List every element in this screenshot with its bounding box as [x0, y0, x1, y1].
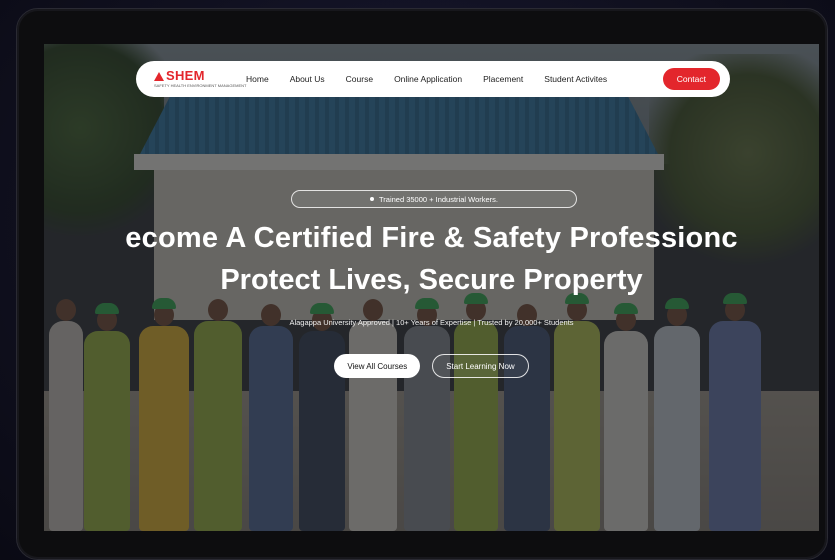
nav-item-course[interactable]: Course — [346, 74, 373, 84]
badge-text: Trained 35000 + Industrial Workers. — [378, 194, 499, 204]
contact-button[interactable]: Contact — [662, 68, 720, 90]
nav-item-home[interactable]: Home — [246, 74, 269, 84]
logo-subtitle: SAFETY HEALTH ENVIRONMENT MANAGEMENT — [154, 83, 247, 88]
nav-item-student-activities[interactable]: Student Activites — [544, 74, 607, 84]
main-menu: Home About Us Course Online Application … — [246, 74, 663, 84]
hero-headline-line2: Protect Lives, Secure Property — [220, 264, 643, 296]
website-screen: SHEM SAFETY HEALTH ENVIRONMENT MANAGEMEN… — [44, 44, 819, 531]
badge-dot-icon — [369, 197, 374, 201]
shem-logo[interactable]: SHEM SAFETY HEALTH ENVIRONMENT MANAGEMEN… — [154, 68, 247, 88]
nav-item-placement[interactable]: Placement — [483, 74, 523, 84]
hero-headline-line1: ecome A Certified Fire & Safety Professi… — [125, 222, 738, 254]
top-navigation-bar: SHEM SAFETY HEALTH ENVIRONMENT MANAGEMEN… — [136, 61, 730, 97]
hero-subtitle: Alagappa University Approved | 10+ Years… — [289, 318, 574, 327]
nav-item-about-us[interactable]: About Us — [290, 74, 325, 84]
view-all-courses-button[interactable]: View All Courses — [334, 354, 421, 378]
logo-text: SHEM — [166, 68, 205, 83]
logo-triangle-icon — [154, 71, 164, 81]
trained-workers-badge: Trained 35000 + Industrial Workers. — [291, 190, 577, 208]
hero-cta-row: View All Courses Start Learning Now — [44, 354, 819, 378]
start-learning-now-button[interactable]: Start Learning Now — [432, 354, 529, 378]
nav-item-online-application[interactable]: Online Application — [394, 74, 462, 84]
